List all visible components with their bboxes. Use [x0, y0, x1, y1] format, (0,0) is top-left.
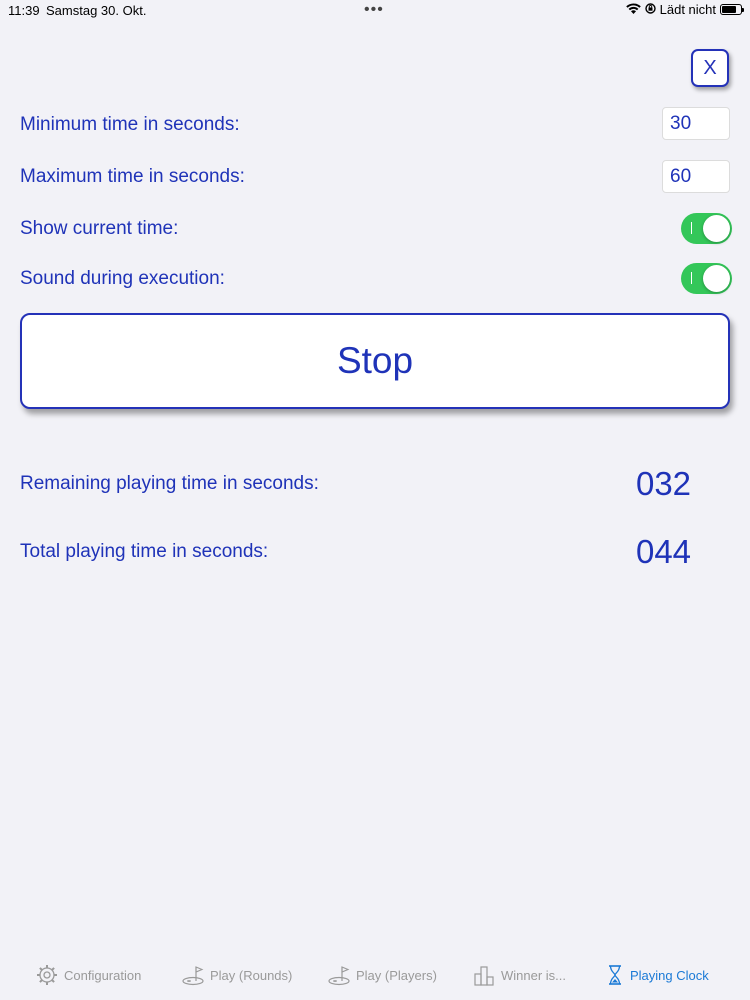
tab-configuration[interactable]: Configuration	[36, 964, 141, 986]
close-button[interactable]: X	[691, 49, 729, 87]
total-time-value: 044	[635, 533, 692, 570]
orientation-lock-icon	[644, 2, 656, 17]
hourglass-icon	[606, 964, 624, 986]
tab-winner[interactable]: Winner is...	[473, 964, 566, 986]
status-bar: 11:39 Samstag 30. Okt. ••• Lädt nicht	[0, 0, 750, 22]
podium-icon	[473, 964, 495, 986]
status-date: Samstag 30. Okt.	[46, 3, 147, 18]
sound-toggle[interactable]	[681, 263, 732, 294]
tab-label: Play (Players)	[356, 967, 437, 983]
show-current-time-toggle[interactable]	[681, 213, 732, 244]
remaining-time-value: 032	[635, 465, 692, 502]
multitasking-dots[interactable]: •••	[364, 1, 384, 19]
sound-label: Sound during execution:	[20, 268, 225, 289]
tab-play-players[interactable]: Play (Players)	[328, 964, 437, 986]
min-time-label: Minimum time in seconds:	[20, 114, 240, 135]
tab-play-rounds[interactable]: Play (Rounds)	[182, 964, 292, 986]
min-time-input[interactable]: 30	[662, 107, 730, 140]
toggle-on-mark	[691, 222, 692, 234]
toggle-knob	[703, 265, 730, 292]
max-time-label: Maximum time in seconds:	[20, 166, 245, 187]
golf-icon	[182, 964, 204, 986]
stop-button[interactable]: Stop	[20, 313, 730, 409]
battery-icon	[720, 4, 744, 15]
toggle-on-mark	[691, 272, 692, 284]
tab-label: Configuration	[64, 967, 142, 983]
tab-label: Play (Rounds)	[210, 967, 293, 983]
golf-icon	[328, 964, 350, 986]
tab-label: Playing Clock	[630, 967, 709, 983]
playing-clock-screen: 11:39 Samstag 30. Okt. ••• Lädt nicht X …	[0, 0, 750, 1000]
status-right: Lädt nicht	[625, 2, 744, 17]
remaining-time-label: Remaining playing time in seconds:	[20, 473, 319, 494]
max-time-input[interactable]: 60	[662, 160, 730, 193]
show-current-time-label: Show current time:	[20, 218, 179, 239]
total-time-label: Total playing time in seconds:	[20, 541, 269, 562]
status-time: 11:39	[8, 3, 40, 18]
tab-bar: Configuration Play (Rounds) Play (Player…	[0, 950, 750, 1000]
wifi-icon	[625, 2, 641, 17]
charging-status: Lädt nicht	[659, 2, 716, 17]
tab-playing-clock[interactable]: Playing Clock	[606, 964, 709, 986]
toggle-knob	[703, 215, 730, 242]
battery-fill	[722, 6, 737, 13]
gear-icon	[36, 964, 58, 986]
tab-label: Winner is...	[501, 967, 567, 983]
